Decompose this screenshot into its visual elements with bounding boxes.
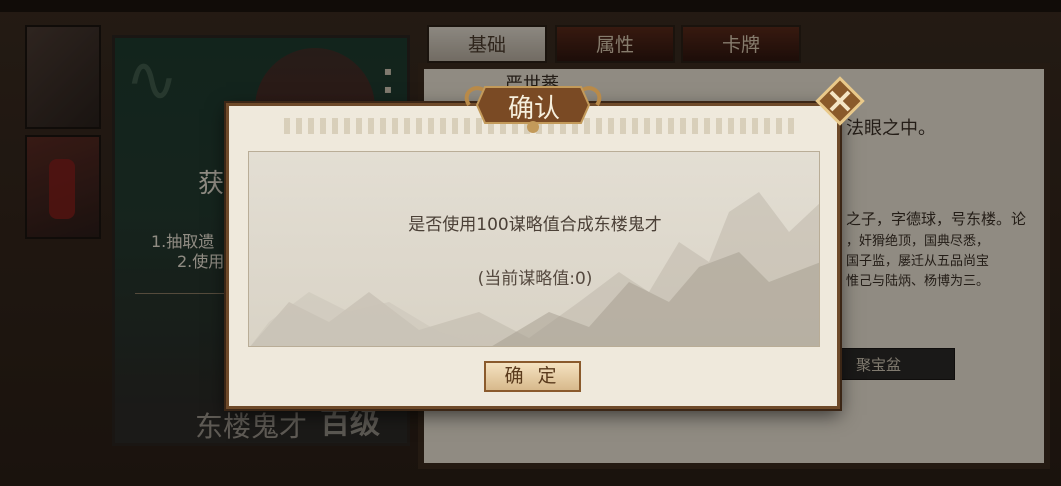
mountain-landscape-decoration [250, 192, 819, 346]
current-strategy-value: (当前谋略值:0) [477, 269, 593, 289]
confirm-message: 是否使用100谋略值合成东楼鬼才 [408, 215, 662, 235]
confirm-button[interactable]: 确 定 [484, 361, 581, 392]
close-x-icon[interactable] [814, 75, 866, 127]
dialog-title: 确认 [507, 94, 560, 124]
dialog-content-area: 是否使用100谋略值合成东楼鬼才 (当前谋略值:0) [248, 151, 820, 347]
